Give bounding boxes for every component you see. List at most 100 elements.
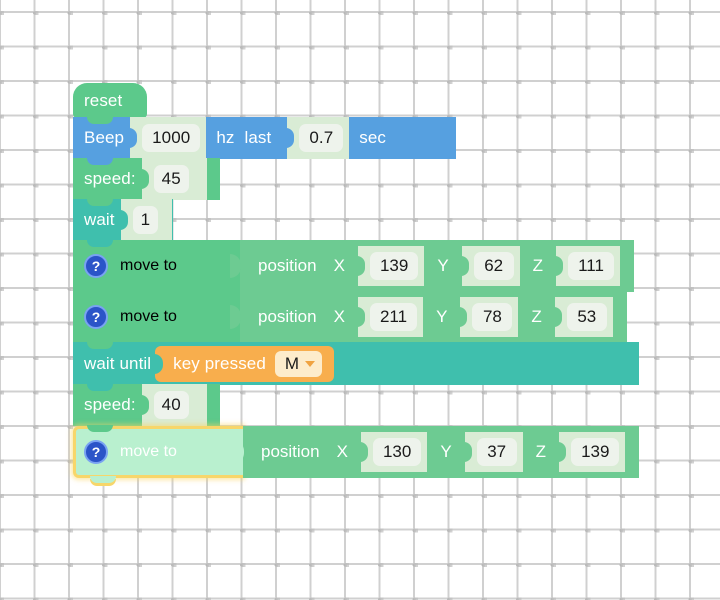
speed-2-slot[interactable]: 40 (140, 384, 207, 426)
move-to-3-z-notch (558, 442, 567, 462)
move-to-2-axis-y-label: Y (436, 307, 448, 326)
move-to-2-z-slot[interactable]: 53 (553, 297, 613, 337)
move-to-3-y-notch (463, 442, 472, 462)
move-to-1-axis-z-label: Z (532, 256, 544, 275)
move-to-2-y-notch (459, 307, 468, 327)
move-to-3-z-slot[interactable]: 139 (558, 432, 626, 472)
move-to-2-x-notch (356, 307, 365, 327)
move-to-2-label: move to (120, 308, 177, 325)
reset-block-body[interactable]: reset (73, 83, 147, 124)
beep-duration-unit: sec (359, 128, 387, 147)
reset-bottom-notch (87, 117, 113, 124)
move-to-1-y-notch (460, 256, 469, 276)
move-to-3-bottom-notch (90, 476, 116, 483)
move-to-1-x-slot[interactable]: 139 (356, 246, 425, 286)
move-to-3-label: move to (120, 443, 177, 460)
key-pressed-label: key pressed (173, 353, 266, 373)
move-to-2-bottom-notch (87, 342, 113, 349)
move-to-2-z-notch (553, 307, 562, 327)
move-to-1-x-input[interactable]: 139 (369, 252, 419, 280)
beep-frequency-slot[interactable]: 1000 (129, 117, 207, 159)
move-to-1-x-notch (356, 256, 365, 276)
wait-until-block-body[interactable]: wait until key pressed M (73, 342, 640, 391)
move-to-1-header[interactable]: ? move to (73, 240, 241, 298)
key-pressed-block[interactable]: key pressed M (155, 345, 335, 382)
move-to-1-z-slot[interactable]: 111 (555, 246, 620, 286)
reset-label: reset (84, 90, 123, 110)
block-reset[interactable]: reset (73, 83, 639, 124)
script-stack[interactable]: reset Beep 1000 hz last 0.7 sec speed: 4… (73, 83, 640, 483)
speed-2-notch (140, 395, 149, 415)
move-to-1-z-notch (555, 256, 564, 276)
beep-label: Beep (84, 128, 125, 147)
beep-frequency-input[interactable]: 1000 (142, 124, 201, 152)
block-move-to-2[interactable]: ? move to position X 211 Y 78 Z 53 (73, 291, 639, 349)
question-mark-icon[interactable]: ? (84, 440, 108, 464)
beep-duration-input[interactable]: 0.7 (299, 124, 344, 152)
move-to-2-axis-x-label: X (333, 307, 345, 326)
move-to-3-x-slot[interactable]: 130 (359, 432, 428, 472)
block-speed-1[interactable]: speed: 45 (73, 158, 639, 206)
move-to-1-z-input[interactable]: 111 (568, 252, 614, 280)
move-to-1-y-input[interactable]: 62 (473, 252, 514, 280)
beep-block-body[interactable]: Beep 1000 hz last 0.7 sec (73, 117, 456, 165)
speed-2-input[interactable]: 40 (153, 391, 189, 419)
beep-bottom-notch (87, 158, 113, 165)
move-to-1-position-label: position (258, 256, 317, 275)
move-to-3-position[interactable]: position X 130 Y 37 Z 139 (243, 426, 640, 478)
move-to-2-z-input[interactable]: 53 (566, 303, 607, 331)
chevron-down-icon[interactable] (305, 360, 316, 367)
move-to-2-y-slot[interactable]: 78 (459, 297, 519, 337)
move-to-2-y-input[interactable]: 78 (472, 303, 513, 331)
wait-1-block-body[interactable]: wait 1 (73, 199, 173, 247)
wait-until-label: wait until (84, 353, 152, 373)
wait-until-condition-slot[interactable]: key pressed M (155, 345, 335, 382)
move-to-1-y-slot[interactable]: 62 (460, 246, 520, 286)
wait-1-input[interactable]: 1 (132, 206, 159, 234)
block-move-to-1[interactable]: ? move to position X 139 Y 62 Z 111 (73, 240, 639, 298)
speed-1-label: speed: (84, 169, 136, 188)
block-wait-until[interactable]: wait until key pressed M (73, 342, 640, 391)
move-to-2-x-input[interactable]: 211 (369, 303, 418, 331)
move-to-2-header[interactable]: ? move to (73, 291, 241, 349)
block-workspace[interactable]: reset Beep 1000 hz last 0.7 sec speed: 4… (0, 0, 720, 600)
move-to-2-position[interactable]: position X 211 Y 78 Z 53 (240, 291, 627, 343)
speed-2-bottom-notch (87, 425, 113, 432)
move-to-2-position-label: position (258, 307, 317, 326)
move-to-3-position-label: position (261, 442, 320, 461)
block-beep[interactable]: Beep 1000 hz last 0.7 sec (73, 117, 639, 165)
wait-until-bottom-notch (87, 384, 113, 391)
block-move-to-3[interactable]: ? move to position X 130 Y 37 Z 139 (73, 426, 640, 483)
speed-1-notch (140, 169, 149, 189)
question-mark-icon[interactable]: ? (84, 254, 108, 278)
move-to-3-header[interactable]: ? move to (73, 426, 244, 483)
key-dropdown[interactable]: M (274, 350, 323, 377)
move-to-3-x-notch (359, 442, 368, 462)
wait-1-notch (119, 210, 128, 230)
move-to-3-y-slot[interactable]: 37 (463, 432, 523, 472)
move-to-2-x-slot[interactable]: 211 (356, 297, 424, 337)
question-mark-icon[interactable]: ? (84, 305, 108, 329)
move-to-1-axis-y-label: Y (437, 256, 449, 275)
speed-1-slot[interactable]: 45 (140, 158, 207, 200)
wait-1-bottom-notch (87, 240, 113, 247)
move-to-1-axis-x-label: X (333, 256, 345, 275)
speed-1-input[interactable]: 45 (153, 165, 189, 193)
move-to-1-label: move to (120, 257, 177, 274)
beep-duration-slot[interactable]: 0.7 (286, 117, 350, 159)
move-to-3-axis-z-label: Z (535, 442, 547, 461)
key-dropdown-value: M (284, 353, 300, 373)
move-to-1-bottom-notch (87, 291, 113, 298)
move-to-3-y-input[interactable]: 37 (476, 438, 517, 466)
wait-1-slot[interactable]: 1 (119, 199, 173, 241)
block-speed-2[interactable]: speed: 40 (73, 384, 639, 432)
speed-2-label: speed: (84, 395, 136, 414)
speed-1-bottom-notch (87, 199, 113, 206)
move-to-3-z-input[interactable]: 139 (571, 438, 620, 466)
move-to-3-axis-y-label: Y (440, 442, 452, 461)
beep-frequency-unit: hz (216, 128, 235, 147)
block-wait-1[interactable]: wait 1 (73, 199, 639, 247)
move-to-2-axis-z-label: Z (531, 307, 542, 326)
move-to-1-position[interactable]: position X 139 Y 62 Z 111 (240, 240, 634, 292)
move-to-3-x-input[interactable]: 130 (372, 438, 422, 466)
